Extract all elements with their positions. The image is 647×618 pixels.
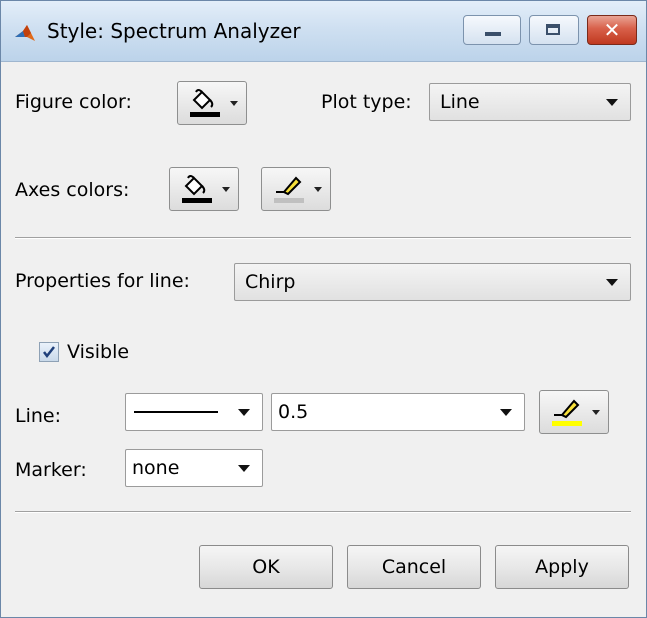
plot-type-value: Line xyxy=(440,91,480,113)
line-color-button[interactable] xyxy=(539,390,609,434)
marker-label: Marker: xyxy=(15,459,87,481)
checkmark-icon xyxy=(43,346,55,359)
separator xyxy=(15,237,631,239)
plot-type-select[interactable]: Line xyxy=(429,83,631,121)
close-icon: ✕ xyxy=(603,18,621,42)
marker-value: none xyxy=(132,457,180,479)
chevron-down-icon xyxy=(230,101,238,106)
paint-bucket-icon xyxy=(190,89,220,117)
chevron-down-icon xyxy=(606,99,618,106)
chevron-down-icon xyxy=(500,409,512,416)
line-width-select[interactable]: 0.5 xyxy=(271,393,525,431)
window-title: Style: Spectrum Analyzer xyxy=(47,19,301,43)
line-style-select[interactable] xyxy=(125,393,263,431)
pen-icon xyxy=(552,399,582,426)
visible-checkbox[interactable] xyxy=(39,342,59,362)
line-select[interactable]: Chirp xyxy=(234,263,631,301)
visible-label: Visible xyxy=(67,341,130,363)
chevron-down-icon xyxy=(606,279,618,286)
title-bar[interactable]: Style: Spectrum Analyzer ✕ xyxy=(1,1,646,62)
axes-line-color-button[interactable] xyxy=(261,167,331,211)
minimize-icon xyxy=(485,32,501,36)
apply-button[interactable]: Apply xyxy=(495,545,629,589)
matlab-icon xyxy=(15,25,35,41)
chevron-down-icon xyxy=(314,187,322,192)
paint-bucket-icon xyxy=(182,175,212,203)
figure-color-label: Figure color: xyxy=(15,91,132,113)
axes-fill-color-button[interactable] xyxy=(169,167,239,211)
line-label: Line: xyxy=(15,405,61,427)
pen-icon xyxy=(274,176,304,203)
dialog-window: Style: Spectrum Analyzer ✕ Figure color:… xyxy=(0,0,647,618)
ok-button[interactable]: OK xyxy=(199,545,333,589)
chevron-down-icon xyxy=(238,409,250,416)
chevron-down-icon xyxy=(222,187,230,192)
figure-color-button[interactable] xyxy=(177,81,247,125)
minimize-button[interactable] xyxy=(463,15,521,45)
chevron-down-icon xyxy=(238,465,250,472)
marker-select[interactable]: none xyxy=(125,449,263,487)
close-button[interactable]: ✕ xyxy=(587,15,637,45)
maximize-button[interactable] xyxy=(529,15,579,45)
properties-for-line-label: Properties for line: xyxy=(15,270,190,292)
maximize-icon xyxy=(546,24,560,35)
axes-colors-label: Axes colors: xyxy=(15,179,130,201)
plot-type-label: Plot type: xyxy=(321,91,412,113)
line-style-preview xyxy=(134,411,218,413)
cancel-button[interactable]: Cancel xyxy=(347,545,481,589)
line-width-value: 0.5 xyxy=(278,401,309,423)
chevron-down-icon xyxy=(592,410,600,415)
line-select-value: Chirp xyxy=(245,271,296,293)
separator xyxy=(15,511,631,513)
